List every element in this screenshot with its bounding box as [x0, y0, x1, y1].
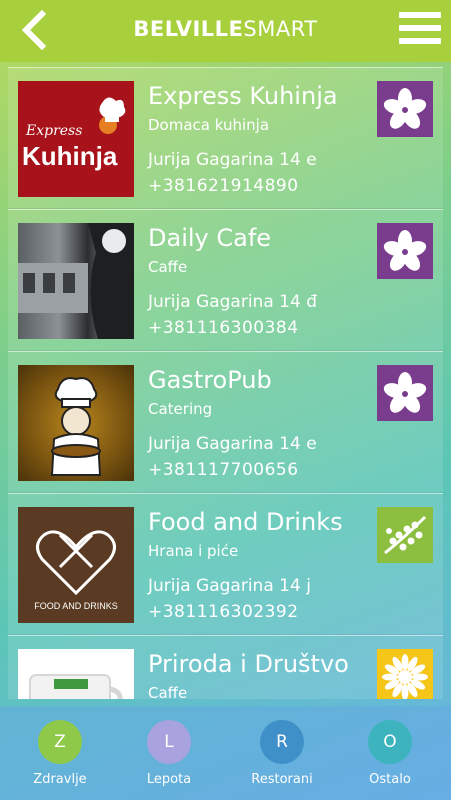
tab-ostalo[interactable]: O Ostalo — [345, 720, 435, 787]
list-item[interactable]: Priroda i Društvo Caffe — [8, 635, 443, 699]
tab-label: Zdravlje — [33, 772, 87, 787]
venue-address: Jurija Gagarina 14 đ — [148, 292, 317, 312]
venue-logo — [18, 365, 134, 481]
venue-phone[interactable]: +381116300384 — [148, 318, 299, 338]
list-item[interactable]: Express Kuhinja Express Kuhinja Domaca k… — [8, 67, 443, 209]
sun-icon — [377, 649, 433, 699]
tab-label: Restorani — [251, 772, 313, 787]
venue-phone[interactable]: +381621914890 — [148, 176, 299, 196]
venue-logo: FOOD AND DRINKS — [18, 507, 134, 623]
hamburger-menu-icon[interactable] — [399, 12, 441, 48]
venue-name: Food and Drinks — [148, 508, 343, 536]
tab-ostalo-icon: O — [368, 720, 412, 764]
tab-lepota-icon: L — [147, 720, 191, 764]
flower-icon — [377, 223, 433, 279]
venue-category: Hrana i piće — [148, 542, 239, 560]
venue-category: Caffe — [148, 684, 188, 699]
logo-text: FOOD AND DRINKS — [34, 601, 118, 611]
tab-zdravlje-icon: Z — [38, 720, 82, 764]
tab-label: Ostalo — [369, 772, 411, 787]
bottom-tab-bar: Z Zdravlje L Lepota R Restorani O Ostalo — [0, 706, 451, 800]
list-item[interactable]: Daily Cafe Caffe Jurija Gagarina 14 đ +3… — [8, 209, 443, 351]
venue-list[interactable]: Express Kuhinja Express Kuhinja Domaca k… — [8, 67, 443, 699]
venue-name: GastroPub — [148, 366, 272, 394]
logo-text-top: Express — [26, 123, 83, 139]
venue-category: Caffe — [148, 258, 188, 276]
venue-phone[interactable]: +381116302392 — [148, 602, 299, 622]
flower-icon — [377, 81, 433, 137]
brand-light: SMART — [243, 17, 318, 41]
list-item[interactable]: FOOD AND DRINKS Food and Drinks Hrana i … — [8, 493, 443, 635]
venue-photo — [18, 223, 134, 339]
logo-text-bottom: Kuhinja — [22, 141, 118, 171]
venue-address: Jurija Gagarina 14 e — [148, 150, 317, 170]
chef-hat-logo-icon — [99, 97, 126, 134]
venue-address: Jurija Gagarina 14 e — [148, 434, 317, 454]
tab-restorani-icon: R — [260, 720, 304, 764]
tab-label: Lepota — [146, 772, 192, 787]
flower-icon — [377, 365, 433, 421]
venue-photo — [18, 649, 134, 699]
venue-name: Daily Cafe — [148, 224, 272, 252]
top-bar: BELVILLESMART — [0, 0, 451, 62]
venue-logo: Express Kuhinja — [18, 81, 134, 197]
venue-name: Express Kuhinja — [148, 82, 338, 110]
coffee-cup-photo — [29, 674, 123, 699]
venue-name: Priroda i Društvo — [148, 650, 349, 678]
tab-lepota[interactable]: L Lepota — [124, 720, 214, 787]
brand-bold: BELVILLE — [133, 17, 244, 41]
list-item[interactable]: GastroPub Catering Jurija Gagarina 14 e … — [8, 351, 443, 493]
chef-logo-icon — [50, 377, 102, 476]
venue-category: Domaca kuhinja — [148, 116, 270, 134]
app-logo: BELVILLESMART — [0, 17, 451, 41]
venue-phone[interactable]: +381117700656 — [148, 460, 299, 480]
venue-category: Catering — [148, 400, 213, 418]
tab-restorani[interactable]: R Restorani — [237, 720, 327, 787]
venue-address: Jurija Gagarina 14 j — [148, 576, 311, 596]
tab-zdravlje[interactable]: Z Zdravlje — [15, 720, 105, 787]
branch-icon — [377, 507, 433, 563]
espresso-machine-photo — [18, 223, 134, 339]
